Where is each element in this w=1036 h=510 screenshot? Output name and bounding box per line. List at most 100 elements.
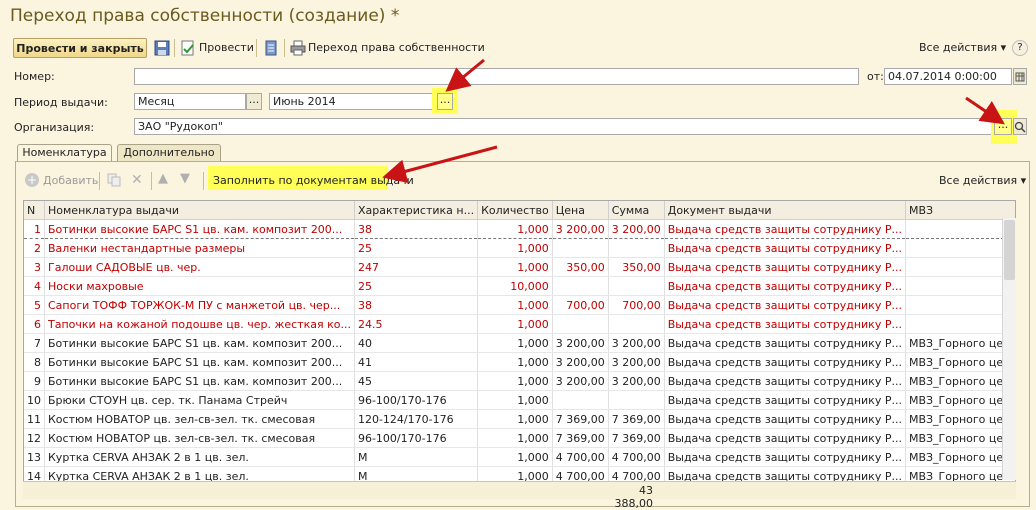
copy-icon[interactable] (107, 173, 121, 187)
table-cell[interactable]: 6 (24, 314, 45, 334)
table-cell[interactable]: 1,000 (477, 257, 553, 277)
table-cell[interactable]: Костюм НОВАТОР цв. зел-св-зел. тк. смесо… (44, 428, 355, 448)
column-header[interactable]: N (24, 201, 45, 220)
printer-icon[interactable] (290, 40, 306, 56)
table-cell[interactable]: 3 200,00 (608, 333, 665, 353)
print-transfer-button[interactable]: Переход права собственности (308, 41, 485, 54)
table-cell[interactable] (608, 390, 665, 410)
table-row[interactable]: 1 Ботинки высокие БАРС S1 цв. кам. композ… (24, 219, 1015, 239)
table-cell[interactable]: 1,000 (477, 238, 553, 258)
table-cell[interactable]: 1,000 (477, 219, 553, 239)
table-cell[interactable]: 1,000 (477, 352, 553, 372)
table-cell[interactable]: 4 (24, 276, 45, 296)
table-cell[interactable]: Носки махровые (44, 276, 355, 296)
table-cell[interactable]: Тапочки на кожаной подошве цв. чер. жест… (44, 314, 355, 334)
table-row[interactable]: 8 Ботинки высокие БАРС S1 цв. кам. композ… (24, 352, 1015, 372)
table-cell[interactable]: 700,00 (552, 295, 609, 315)
table-cell[interactable]: МВЗ_Горного цеха (905, 371, 1015, 391)
table-cell[interactable]: 13 (24, 447, 45, 467)
table-cell[interactable] (905, 257, 1015, 277)
table-cell[interactable]: 7 369,00 (608, 428, 665, 448)
table-cell[interactable]: 41 (354, 352, 479, 372)
table-cell[interactable]: МВЗ_Горного цеха (905, 333, 1015, 353)
table-cell[interactable]: 3 200,00 (608, 371, 665, 391)
column-header[interactable]: Сумма (608, 201, 665, 220)
table-cell[interactable] (905, 276, 1015, 296)
table-cell[interactable]: 1,000 (477, 314, 553, 334)
table-cell[interactable]: 12 (24, 428, 45, 448)
scrollbar-thumb[interactable] (1004, 220, 1015, 280)
table-cell[interactable] (905, 295, 1015, 315)
column-header[interactable]: Количество (477, 201, 553, 220)
column-header[interactable]: Цена (552, 201, 609, 220)
table-cell[interactable]: Выдача средств защиты сотруднику Р... (664, 276, 906, 296)
table-cell[interactable]: Ботинки высокие БАРС S1 цв. кам. компози… (44, 333, 355, 353)
column-header[interactable]: Характеристика н... (354, 201, 479, 220)
post-button[interactable]: Провести (199, 41, 254, 54)
table-cell[interactable] (552, 238, 609, 258)
delete-icon[interactable]: ✕ (131, 172, 143, 188)
table-cell[interactable]: 96-100/170-176 (354, 428, 479, 448)
table-cell[interactable]: 247 (354, 257, 479, 277)
period-type-field[interactable]: Месяц (134, 93, 246, 110)
table-cell[interactable] (905, 238, 1015, 258)
table-row[interactable]: 13 Куртка CERVA АНЗАК 2 в 1 цв. зел. M 1,00… (24, 447, 1015, 467)
table-cell[interactable]: 1,000 (477, 295, 553, 315)
table-cell[interactable]: Выдача средств защиты сотруднику Р... (664, 447, 906, 467)
all-actions-menu[interactable]: Все действия ▾ (919, 41, 1006, 54)
table-cell[interactable]: МВЗ_Горного цеха (905, 409, 1015, 429)
table-cell[interactable]: 9 (24, 371, 45, 391)
tab-additional[interactable]: Дополнительно (117, 144, 221, 161)
table-cell[interactable]: 7 369,00 (608, 409, 665, 429)
table-cell[interactable]: 1,000 (477, 390, 553, 410)
table-cell[interactable] (905, 314, 1015, 334)
table-cell[interactable]: 700,00 (608, 295, 665, 315)
table-cell[interactable]: 1,000 (477, 371, 553, 391)
table-cell[interactable]: 8 (24, 352, 45, 372)
table-row[interactable]: 6 Тапочки на кожаной подошве цв. чер. жес… (24, 314, 1015, 334)
table-row[interactable]: 7 Ботинки высокие БАРС S1 цв. кам. композ… (24, 333, 1015, 353)
table-cell[interactable]: 45 (354, 371, 479, 391)
table-cell[interactable]: Выдача средств защиты сотруднику Р... (664, 257, 906, 277)
table-cell[interactable]: Валенки нестандартные размеры (44, 238, 355, 258)
table-cell[interactable]: 40 (354, 333, 479, 353)
table-row[interactable]: 12 Костюм НОВАТОР цв. зел-св-зел. тк. сме… (24, 428, 1015, 448)
table-cell[interactable]: 3 200,00 (552, 371, 609, 391)
add-button[interactable]: Добавить (43, 174, 98, 187)
table-cell[interactable]: 38 (354, 295, 479, 315)
table-cell[interactable] (608, 314, 665, 334)
table-cell[interactable]: 11 (24, 409, 45, 429)
table-cell[interactable] (608, 238, 665, 258)
move-down-icon[interactable]: ▼ (180, 171, 190, 186)
move-up-icon[interactable]: ▲ (158, 171, 168, 186)
table-cell[interactable]: Выдача средств защиты сотруднику Р... (664, 428, 906, 448)
table-cell[interactable]: 2 (24, 238, 45, 258)
table-cell[interactable]: 120-124/170-176 (354, 409, 479, 429)
table-cell[interactable]: Брюки СТОУН цв. сер. тк. Панама Стрейч (44, 390, 355, 410)
table-cell[interactable]: 25 (354, 276, 479, 296)
table-cell[interactable]: Выдача средств защиты сотруднику Р... (664, 295, 906, 315)
table-cell[interactable]: 3 200,00 (552, 333, 609, 353)
save-icon[interactable] (154, 40, 170, 56)
table-cell[interactable]: 25 (354, 238, 479, 258)
table-cell[interactable]: Костюм НОВАТОР цв. зел-св-зел. тк. смесо… (44, 409, 355, 429)
table-row[interactable]: 5 Сапоги ТОФФ ТОРЖОК-М ПУ с манжетой цв. … (24, 295, 1015, 315)
table-cell[interactable]: 3 (24, 257, 45, 277)
table-cell[interactable]: 24.5 (354, 314, 479, 334)
table-cell[interactable]: МВЗ_Горного цеха (905, 428, 1015, 448)
table-all-actions-menu[interactable]: Все действия ▾ (939, 174, 1026, 187)
date-field[interactable]: 04.07.2014 0:00:00 (884, 68, 1012, 85)
table-cell[interactable]: 1,000 (477, 428, 553, 448)
column-header[interactable]: Документ выдачи (664, 201, 906, 220)
table-cell[interactable] (552, 276, 609, 296)
table-cell[interactable]: 7 369,00 (552, 428, 609, 448)
table-cell[interactable]: 3 200,00 (552, 219, 609, 239)
table-cell[interactable]: 350,00 (608, 257, 665, 277)
table-row[interactable]: 11 Костюм НОВАТОР цв. зел-св-зел. тк. сме… (24, 409, 1015, 429)
table-cell[interactable]: 1,000 (477, 333, 553, 353)
table-cell[interactable]: Выдача средств защиты сотруднику Р... (664, 352, 906, 372)
fill-by-issue-docs-button[interactable]: Заполнить по документам выдачи (213, 174, 414, 187)
table-cell[interactable]: Выдача средств защиты сотруднику Р... (664, 219, 906, 239)
table-row[interactable]: 2 Валенки нестандартные размеры 25 1,000 Выд… (24, 238, 1015, 258)
organization-select-button[interactable]: ... (994, 118, 1012, 135)
